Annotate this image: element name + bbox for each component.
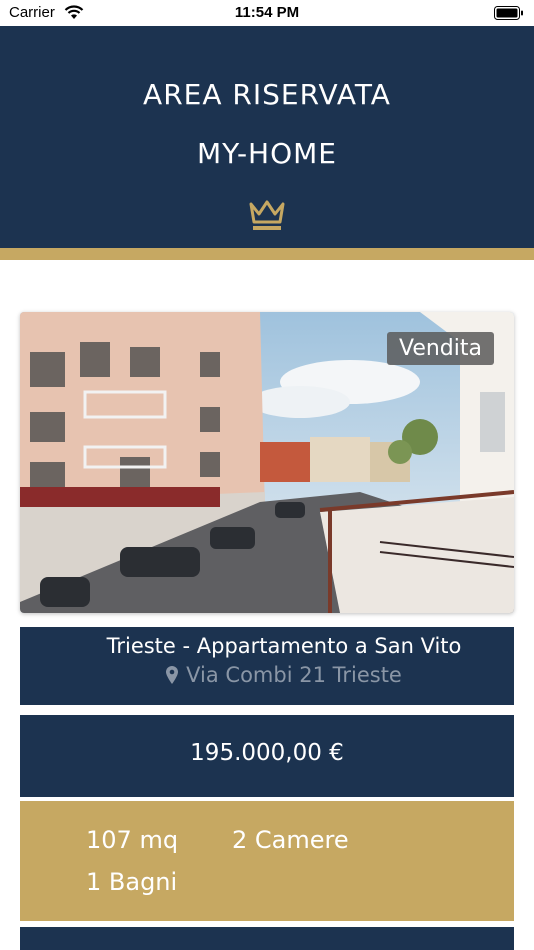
header-title: AREA RISERVATA [143, 78, 391, 111]
status-bar: Carrier 11:54 PM [0, 0, 534, 26]
listing-address: Via Combi 21 Trieste [20, 663, 514, 687]
next-card[interactable] [20, 927, 514, 950]
listing-title: Trieste - Appartamento a San Vito [106, 634, 462, 658]
bathrooms-value: 1 Bagni [86, 868, 178, 896]
address-text: Via Combi 21 Trieste [186, 663, 402, 687]
map-pin-icon [166, 666, 179, 684]
crown-icon [249, 200, 285, 230]
app-header: AREA RISERVATA MY-HOME [0, 26, 534, 248]
rooms-value: 2 Camere [232, 826, 349, 854]
listing-title-card[interactable]: Trieste - Appartamento a San Vito Via Co… [20, 627, 514, 705]
price-card: 195.000,00 € [20, 715, 514, 797]
features-card: 107 mq 2 Camere 1 Bagni [20, 801, 514, 921]
header-subtitle: MY-HOME [197, 137, 337, 170]
clock: 11:54 PM [234, 4, 300, 21]
battery-icon [494, 6, 523, 20]
listing-type-badge: Vendita [386, 332, 494, 365]
header-accent-bar [0, 248, 534, 260]
listing-price: 195.000,00 € [190, 740, 344, 766]
property-photo[interactable]: Vendita [20, 312, 514, 613]
area-value: 107 mq [86, 826, 179, 854]
